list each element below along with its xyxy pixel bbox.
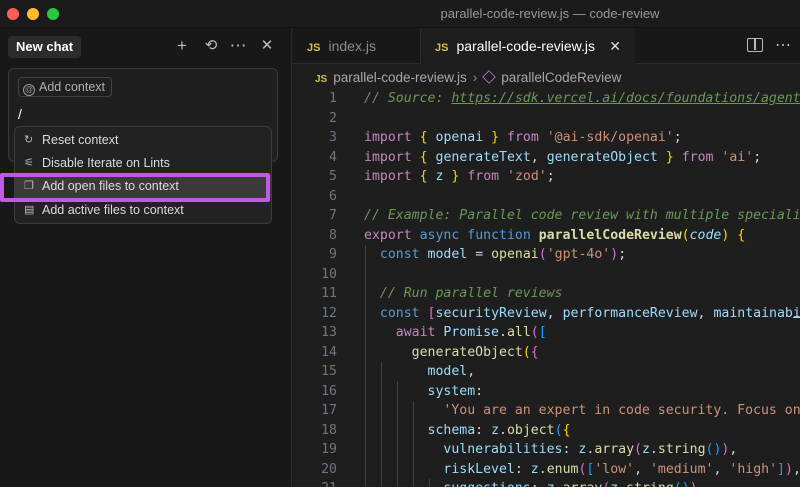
code-line: 16 system: [321, 383, 484, 399]
close-icon[interactable]: ✕ [257, 36, 277, 56]
code-line: 13 await Promise.all([ [321, 325, 547, 340]
highlight-box [0, 173, 270, 202]
menu-item-add-active-files[interactable]: ▤ Add active files to context [15, 199, 271, 222]
new-chat-tab[interactable]: New chat [8, 36, 82, 58]
menu-item-reset-context[interactable]: ↻ Reset context [15, 129, 271, 152]
code-line: 11 // Run parallel reviews [321, 286, 563, 301]
js-file-icon: JS [435, 42, 449, 54]
code-line: 5 import { z } from 'zod'; [329, 169, 555, 184]
reset-icon: ↻ [24, 134, 34, 146]
close-tab-icon[interactable]: ✕ [609, 28, 621, 64]
tab-bar: JS index.js JS parallel-code-review.js ✕ ⋯ [293, 28, 800, 65]
menu-item-label: Add active files to context [42, 203, 184, 217]
plus-icon[interactable]: + [172, 36, 192, 56]
symbol-method-icon [482, 70, 497, 84]
split-editor-icon[interactable] [747, 38, 763, 52]
breadcrumb-symbol[interactable]: parallelCodeReview [501, 70, 621, 85]
chat-header: New chat + ⟲ ⋯ ✕ [0, 28, 292, 64]
menu-item-label: Reset context [42, 133, 119, 147]
tab-index-js[interactable]: JS index.js [293, 28, 421, 64]
minimize-window-button[interactable] [27, 8, 39, 20]
close-window-button[interactable] [7, 8, 19, 20]
window-title: parallel-code-review.js — code-review [440, 6, 660, 21]
code-line: 20 riskLevel: z.enum(['low', 'medium', '… [321, 461, 800, 477]
code-line: 12 const [securityReview, performanceRev… [321, 305, 800, 321]
chat-panel: New chat + ⟲ ⋯ ✕ @ Add context / ↻ Reset c… [0, 28, 292, 487]
code-line: 3 import { openai } from '@ai-sdk/openai'… [329, 130, 682, 145]
tab-label: parallel-code-review.js [456, 38, 595, 54]
text-cursor [793, 317, 800, 318]
sliders-icon: ⚟ [24, 157, 34, 169]
more-actions-icon[interactable]: ⋯ [775, 35, 792, 55]
code-line: 6 [329, 188, 337, 204]
code-line: 17 'You are an expert in code security. … [321, 403, 800, 418]
code-line: 21 suggestions: z.array(z.string()), [293, 479, 800, 487]
title-bar: parallel-code-review.js — code-review [0, 0, 800, 28]
menu-item-label: Disable Iterate on Lints [42, 156, 170, 170]
add-context-button[interactable]: @ Add context [18, 77, 113, 97]
file-icon: ▤ [24, 204, 35, 216]
code-line: 18 schema: z.object({ [321, 422, 571, 438]
maximize-window-button[interactable] [47, 8, 59, 20]
code-line: 9 const model = openai('gpt-4o'); [329, 247, 627, 262]
more-icon[interactable]: ⋯ [228, 36, 248, 56]
at-icon: @ [23, 84, 35, 96]
chat-input-value[interactable]: / [18, 106, 22, 122]
breadcrumb-file[interactable]: parallel-code-review.js [333, 70, 467, 85]
code-line: 8 export async function parallelCodeRevie… [329, 227, 746, 243]
code-line: 19 vulnerabilities: z.array(z.string()), [321, 442, 738, 457]
editor: JS index.js JS parallel-code-review.js ✕ ⋯… [293, 28, 800, 487]
code-line: 14 generateObject({ [321, 344, 539, 360]
code-line: 10 [321, 266, 337, 282]
chevron-right-icon: › [472, 70, 478, 85]
add-context-label: Add context [39, 80, 106, 94]
menu-item-disable-iterate[interactable]: ⚟ Disable Iterate on Lints [15, 152, 271, 175]
code-line: 2 [329, 110, 337, 126]
js-file-icon: JS [315, 74, 328, 85]
history-icon[interactable]: ⟲ [201, 36, 221, 56]
tab-label: index.js [328, 38, 376, 54]
js-file-icon: JS [307, 42, 321, 54]
code-line: 7// Example: Parallel code review with m… [329, 208, 800, 223]
code-line: 15 model, [321, 364, 476, 379]
code-line: 4 import { generateText, generateObject }… [329, 149, 762, 165]
tab-parallel-code-review[interactable]: JS parallel-code-review.js ✕ [421, 28, 635, 65]
breadcrumb: JS parallel-code-review.js › parallelCodeRe… [315, 68, 621, 88]
code-line: 1// Source: https://sdk.vercel.ai/docs/f… [329, 91, 800, 106]
code-area[interactable]: 1// Source: https://sdk.vercel.ai/docs/f… [293, 89, 800, 487]
